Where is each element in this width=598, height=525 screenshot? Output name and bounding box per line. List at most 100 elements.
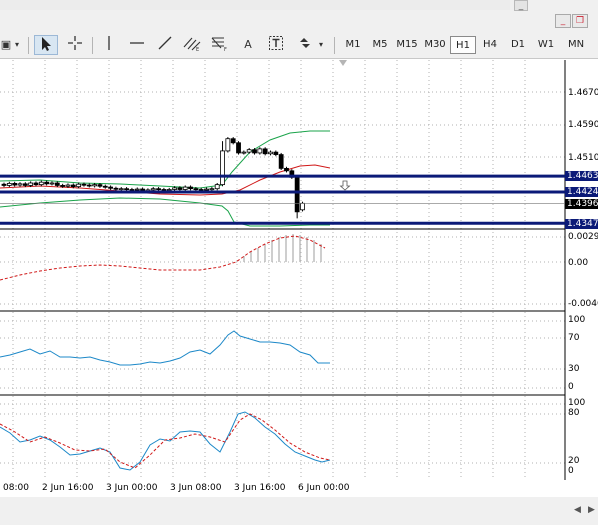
timeframe-m15-button[interactable]: M15 xyxy=(394,36,420,54)
bull-candle xyxy=(150,188,156,191)
crosshair-icon xyxy=(68,36,82,50)
level-price-label: 1.4347 xyxy=(565,219,598,229)
rsi-tick: 0 xyxy=(568,382,574,392)
bull-candle xyxy=(204,188,209,191)
text-label-button[interactable] xyxy=(264,35,288,55)
timeframe-d1-button[interactable]: D1 xyxy=(505,36,531,54)
svg-text:F: F xyxy=(224,47,227,51)
bull-candle xyxy=(214,184,220,190)
price-tick: 1.4510 xyxy=(568,153,598,163)
stochastic-panel xyxy=(0,411,331,471)
bear-candle xyxy=(81,183,87,186)
bull-candle xyxy=(17,183,23,186)
candles xyxy=(1,137,305,219)
fibonacci-button[interactable]: F xyxy=(208,35,232,55)
timeframe-w1-button[interactable]: W1 xyxy=(533,36,559,54)
svg-text:E: E xyxy=(196,47,199,51)
chart-area[interactable]: 1.4670 1.4590 1.4510 1.4463 1.4424 1.439… xyxy=(0,60,598,482)
bear-candle xyxy=(262,148,268,155)
time-tick: 6 Jun 00:00 xyxy=(298,483,350,493)
bull-candle xyxy=(65,184,71,187)
last-price-label: 1.4396 xyxy=(565,199,598,209)
bear-candle xyxy=(108,186,113,189)
bear-candle xyxy=(284,167,289,172)
bear-candle xyxy=(140,188,145,191)
scroll-right-icon[interactable]: ▶ xyxy=(588,505,595,515)
bull-candle xyxy=(268,151,273,155)
bull-candle xyxy=(92,184,98,187)
stoch-tick: 20 xyxy=(568,456,580,466)
bear-candle xyxy=(188,186,193,190)
minimize-button[interactable]: _ xyxy=(514,0,528,11)
stoch-signal-line xyxy=(0,413,331,469)
level-price-label: 1.4424 xyxy=(565,187,598,197)
cursor-tool-button[interactable] xyxy=(34,35,58,55)
chart-canvas[interactable] xyxy=(0,60,598,482)
toolbar-separator xyxy=(92,37,93,54)
bull-candle xyxy=(134,188,140,191)
bull-candle xyxy=(300,202,305,211)
equidistant-channel-button[interactable]: E xyxy=(180,35,204,55)
bear-candle xyxy=(102,185,108,188)
bear-candle xyxy=(278,154,284,169)
arrows-button[interactable] xyxy=(294,35,316,55)
price-tick: 1.4670 xyxy=(568,88,598,98)
bollinger-bands xyxy=(0,130,330,227)
arrows-icon xyxy=(300,38,310,48)
horizontal-line-button[interactable] xyxy=(126,35,148,55)
bull-candle xyxy=(257,148,263,154)
bear-candle xyxy=(124,188,129,191)
timeframe-m1-button[interactable]: M1 xyxy=(340,36,366,54)
bear-candle xyxy=(156,188,161,191)
rsi-line xyxy=(0,330,330,366)
timeframe-mn-button[interactable]: MN xyxy=(562,36,590,54)
level-price-label: 1.4463 xyxy=(565,171,598,181)
arrows-dropdown-icon[interactable]: ▾ xyxy=(316,35,326,55)
macd-tick: 0.00297 xyxy=(568,232,598,242)
title-area xyxy=(0,0,510,10)
mdi-minimize-button[interactable]: _ xyxy=(555,14,571,28)
bear-candle xyxy=(86,184,92,187)
horizontal-line-icon xyxy=(130,42,144,44)
trendline-icon xyxy=(158,36,172,50)
macd-signal-line xyxy=(0,235,326,281)
scroll-track[interactable] xyxy=(0,505,598,517)
timeframe-h1-button[interactable]: H1 xyxy=(450,36,476,54)
macd-panel xyxy=(0,234,326,281)
timeframe-m30-button[interactable]: M30 xyxy=(422,36,448,54)
bear-candle xyxy=(97,184,103,187)
rsi-tick: 100 xyxy=(568,315,586,325)
channel-icon: E xyxy=(183,37,201,53)
vertical-line-button[interactable] xyxy=(100,35,118,55)
dropdown-arrow-icon[interactable]: ▾ xyxy=(12,35,22,55)
bear-candle xyxy=(33,182,39,186)
bear-candle xyxy=(44,181,50,185)
bear-candle xyxy=(236,142,241,154)
fibonacci-icon: F xyxy=(211,37,227,53)
sell-arrow-icon xyxy=(339,180,351,191)
minimize-icon: _ xyxy=(560,16,566,26)
bull-candle xyxy=(225,138,231,152)
timeframe-m5-button[interactable]: M5 xyxy=(367,36,393,54)
timeframe-h4-button[interactable]: H4 xyxy=(477,36,503,54)
chart-shift-marker xyxy=(339,60,347,66)
bull-candle xyxy=(246,149,252,153)
mdi-restore-button[interactable]: ❐ xyxy=(572,14,588,28)
bear-candle xyxy=(129,189,135,191)
scroll-left-icon[interactable]: ◀ xyxy=(574,505,581,515)
bear-candle xyxy=(113,187,119,190)
text-tool-button[interactable]: A xyxy=(238,35,258,55)
bull-candle xyxy=(166,189,172,191)
bull-candle xyxy=(38,181,44,186)
trendline-button[interactable] xyxy=(154,35,176,55)
bull-candle xyxy=(209,188,215,191)
stoch-tick: 100 xyxy=(568,398,586,408)
crosshair-tool-button[interactable] xyxy=(64,35,86,55)
price-tick: 1.4590 xyxy=(568,120,598,130)
stoch-tick: 0 xyxy=(568,466,574,476)
time-tick: 3 Jun 08:00 xyxy=(170,483,222,493)
horizontal-scrollbar[interactable]: ◀ ▶ xyxy=(0,497,598,525)
period-icon[interactable]: ▣ xyxy=(0,35,12,55)
time-tick: 3 Jun 16:00 xyxy=(234,483,286,493)
cursor-icon xyxy=(42,37,51,51)
